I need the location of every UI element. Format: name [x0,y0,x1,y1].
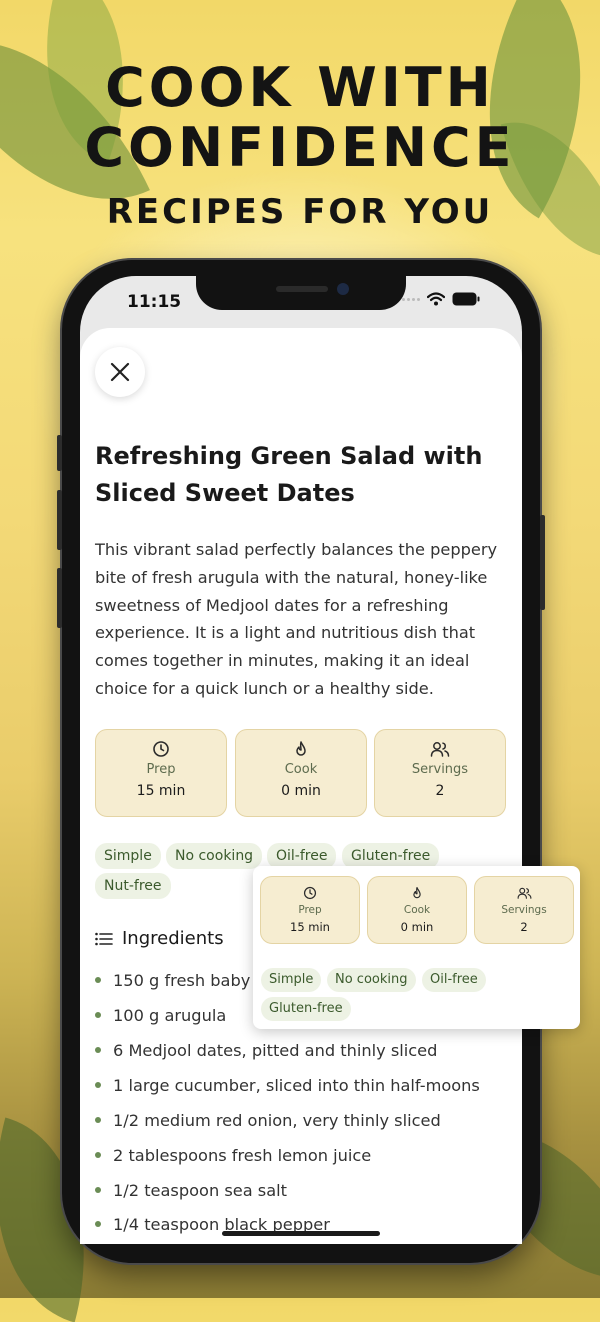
popup-stat-prep: Prep 15 min [260,876,360,944]
ingredient-text: 6 Medjool dates, pitted and thinly slice… [113,1041,438,1060]
ingredient-text: 2 tablespoons fresh lemon juice [113,1146,372,1165]
subheadline: RECIPES FOR YOU [106,192,494,232]
tag-chip[interactable]: Simple [95,843,161,869]
stat-value: 15 min [290,920,330,934]
stat-value: 0 min [400,920,434,934]
stat-label: Cook [284,762,318,777]
ingredient-item: 2 tablespoons fresh lemon juice [95,1146,371,1165]
stats-popup-card: Prep 15 min Cook 0 min Servings 2 Simple… [253,866,580,1029]
stat-label: Prep [298,904,322,916]
stat-card-cook: Cook 0 min [235,729,367,817]
tag-chip[interactable]: Nut-free [95,873,171,899]
ingredient-item: 100 g arugula [95,1006,226,1025]
status-icons [402,292,480,306]
stat-label: Servings [411,762,469,777]
popup-stat-servings: Servings 2 [474,876,574,944]
popup-tag-chip[interactable]: Simple [261,968,322,992]
stat-label: Prep [146,762,176,777]
ingredient-text: 150 g fresh baby s [113,971,264,990]
people-icon [517,887,531,899]
people-icon [430,742,450,757]
flame-icon [413,886,421,899]
ingredient-text: 1 large cucumber, sliced into thin half-… [113,1076,480,1095]
headline-line-1: COOK WITH [105,56,495,119]
speaker-grille [276,286,328,292]
phone-notch [196,276,406,310]
signal-dots-icon [402,297,420,301]
home-indicator[interactable] [222,1231,380,1236]
ingredient-item: 6 Medjool dates, pitted and thinly slice… [95,1041,437,1060]
recipe-title: Refreshing Green Salad with Sliced Sweet… [95,442,483,507]
status-time: 11:15 [127,292,182,312]
phone-side-button [540,515,545,610]
list-icon [95,932,113,945]
stat-label: Cook [403,904,431,916]
clock-icon [153,741,169,757]
stat-label: Servings [501,904,547,916]
battery-icon [452,292,480,306]
phone-side-button [57,490,62,550]
headline-line-2: CONFIDENCE [84,116,516,179]
recipe-description: This vibrant salad perfectly balances th… [95,540,498,698]
stat-value: 15 min [136,783,186,799]
ingredient-item: 1/2 medium red onion, very thinly sliced [95,1111,441,1130]
wifi-icon [427,292,445,306]
close-button[interactable] [95,347,145,397]
popup-stat-cook: Cook 0 min [367,876,467,944]
ingredients-heading: Ingredients [95,928,224,949]
stat-value: 2 [520,920,528,934]
popup-tag-chip[interactable]: No cooking [327,968,416,992]
ingredient-item: 1/2 teaspoon sea salt [95,1181,287,1200]
stat-value: 2 [435,783,445,799]
stat-card-prep: Prep 15 min [95,729,227,817]
headline: COOK WITH CONFIDENCE [0,58,600,178]
clock-icon [303,886,317,900]
stat-card-servings: Servings 2 [374,729,506,817]
popup-tag-chip[interactable]: Gluten-free [261,997,351,1021]
popup-tag-chip[interactable]: Oil-free [422,968,486,992]
tag-chip[interactable]: No cooking [166,843,263,869]
ingredient-text: 100 g arugula [113,1006,227,1025]
ingredients-heading-label: Ingredients [122,928,224,949]
phone-side-button [57,568,62,628]
flame-icon [296,741,306,756]
ingredient-item: 150 g fresh baby s [95,971,264,990]
ingredient-item: 1 large cucumber, sliced into thin half-… [95,1076,480,1095]
stat-value: 0 min [281,783,321,799]
front-camera [337,283,349,295]
phone-side-button [57,435,62,471]
ingredient-text: 1/2 teaspoon sea salt [113,1181,287,1200]
ingredient-text: 1/2 medium red onion, very thinly sliced [113,1111,441,1130]
close-icon [110,362,130,382]
